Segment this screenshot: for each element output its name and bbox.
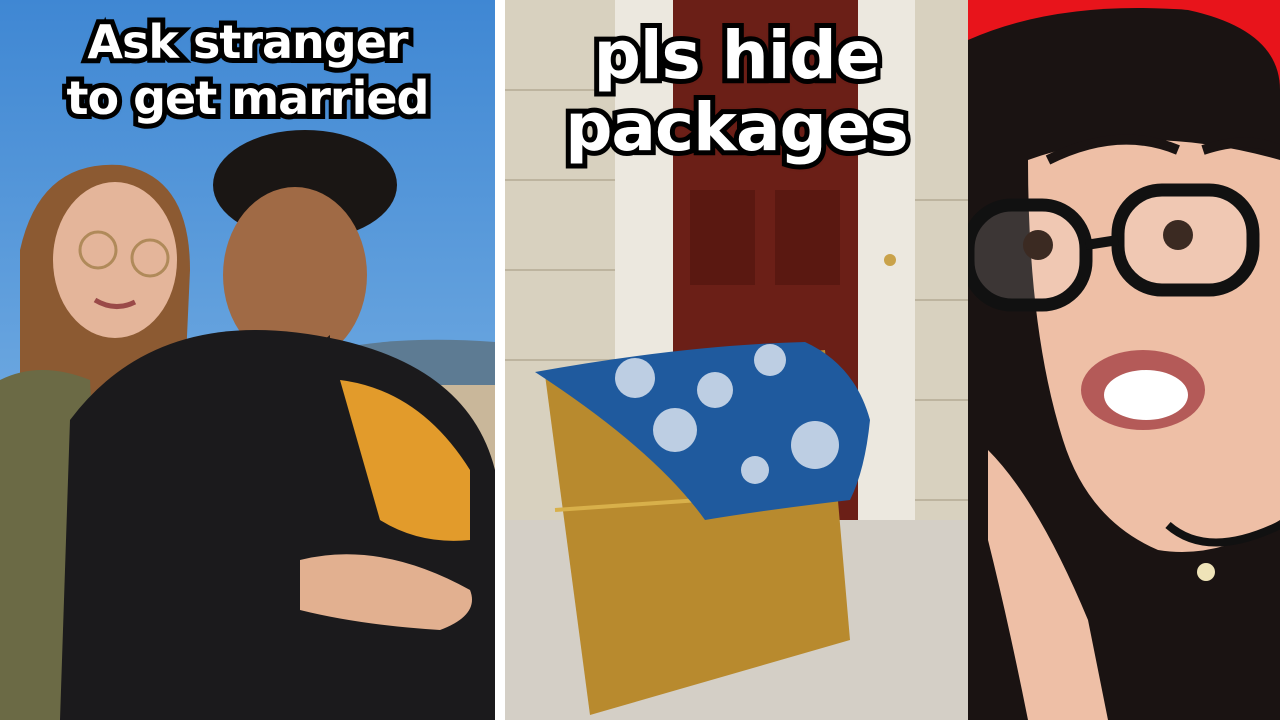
door-knob [884, 254, 896, 266]
woman-face [53, 182, 177, 338]
eye-right [1163, 220, 1193, 250]
thumbnail: Ask stranger to get married pls hide pac… [0, 0, 1280, 720]
necklace-pendant [1197, 563, 1215, 581]
open-mouth-teeth [1104, 370, 1188, 420]
left-panel-couple-photo: Ask stranger to get married [0, 0, 495, 720]
eye-left [1023, 230, 1053, 260]
middle-caption: pls hide packages [505, 15, 968, 169]
middle-caption-line-1: pls hide [589, 15, 886, 97]
right-panel-reaction-face [968, 0, 1280, 720]
glasses-bridge [1085, 235, 1119, 250]
door-panel-right [775, 190, 840, 285]
left-caption-line-2: to get married [62, 66, 435, 130]
door-panel-left [690, 190, 755, 285]
middle-panel-package-photo: pls hide packages [505, 0, 968, 720]
left-caption-line-1: Ask stranger [82, 10, 413, 74]
middle-caption-line-2: packages [560, 87, 914, 169]
reaction-face-illustration [968, 0, 1280, 720]
left-caption: Ask stranger to get married [0, 10, 495, 130]
